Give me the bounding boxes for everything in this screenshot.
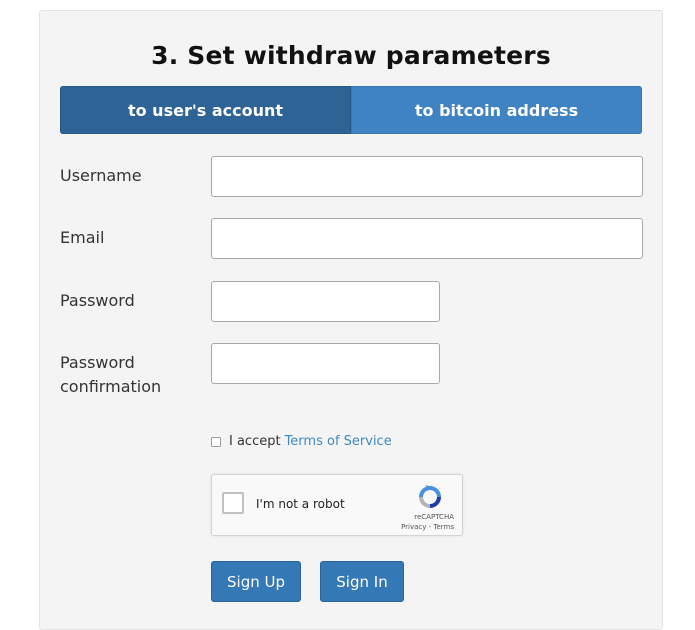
recaptcha-brand: reCAPTCHA <box>414 513 454 521</box>
username-label: Username <box>60 166 142 185</box>
username-input[interactable] <box>211 156 643 197</box>
email-input[interactable] <box>211 218 643 259</box>
password-label: Password <box>60 291 135 310</box>
withdraw-target-tabs: to user's account to bitcoin address <box>60 86 642 134</box>
password-confirmation-label-line1: Password <box>60 353 135 372</box>
sign-in-button[interactable]: Sign In <box>320 561 404 602</box>
terms-prefix: I accept <box>229 434 281 449</box>
password-confirmation-label-line2: confirmation <box>60 377 162 396</box>
recaptcha-logo-icon <box>419 485 441 508</box>
tab-users-account[interactable]: to user's account <box>60 86 351 134</box>
password-confirmation-input[interactable] <box>211 343 440 384</box>
terms-row: I accept Terms of Service <box>211 434 392 449</box>
sign-up-button[interactable]: Sign Up <box>211 561 301 602</box>
tab-bitcoin-address[interactable]: to bitcoin address <box>351 86 642 134</box>
recaptcha-privacy-terms[interactable]: Privacy - Terms <box>401 523 454 531</box>
recaptcha-label: I'm not a robot <box>256 497 345 511</box>
withdraw-panel: 3. Set withdraw parameters to user's acc… <box>39 10 663 630</box>
terms-checkbox[interactable] <box>211 436 221 447</box>
terms-of-service-link[interactable]: Terms of Service <box>285 434 392 449</box>
recaptcha-checkbox[interactable] <box>222 492 244 514</box>
page-title: 3. Set withdraw parameters <box>151 41 551 70</box>
password-confirmation-label: Password confirmation <box>60 351 161 399</box>
email-label: Email <box>60 228 105 247</box>
recaptcha-widget: I'm not a robot reCAPTCHA Privacy - Term… <box>211 474 463 536</box>
password-input[interactable] <box>211 281 440 322</box>
